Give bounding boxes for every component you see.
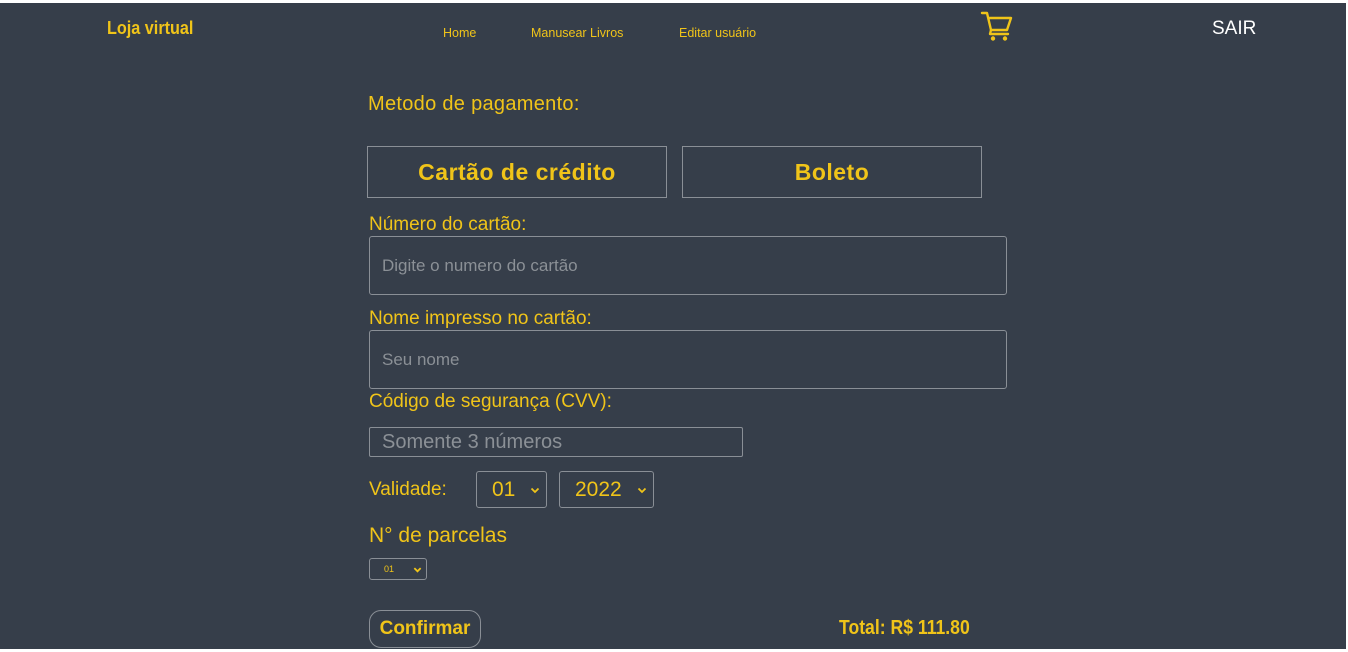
app-frame: Loja virtual Home Manusear Livros Editar… <box>0 3 1346 649</box>
boleto-method-button[interactable]: Boleto <box>682 146 982 198</box>
order-total: Total: R$ 111.80 <box>839 617 970 639</box>
validity-label: Validade: <box>369 479 447 500</box>
validity-month-select[interactable]: 01 <box>476 471 547 508</box>
brand-logo[interactable]: Loja virtual <box>107 18 193 39</box>
card-number-input[interactable] <box>369 236 1007 295</box>
installments-value: 01 <box>384 564 395 574</box>
card-name-input[interactable] <box>369 330 1007 389</box>
installments-select[interactable]: 01 <box>369 558 427 580</box>
nav-manage-books-link[interactable]: Manusear Livros <box>531 26 623 40</box>
cvv-input[interactable] <box>369 427 743 457</box>
chevron-down-icon <box>637 487 647 493</box>
confirm-button[interactable]: Confirmar <box>369 610 481 648</box>
card-name-label: Nome impresso no cartão: <box>369 308 592 329</box>
validity-year-select[interactable]: 2022 <box>559 471 654 508</box>
nav-home-link[interactable]: Home <box>443 26 476 40</box>
cart-icon[interactable] <box>980 10 1014 42</box>
logout-button[interactable]: SAIR <box>1212 18 1256 40</box>
installments-label: N° de parcelas <box>369 524 507 547</box>
cvv-label: Código de segurança (CVV): <box>369 391 612 412</box>
credit-card-method-button[interactable]: Cartão de crédito <box>367 146 667 198</box>
validity-month-value: 01 <box>492 477 516 501</box>
card-number-label: Número do cartão: <box>369 214 527 235</box>
chevron-down-icon <box>413 567 422 573</box>
chevron-down-icon <box>530 487 540 493</box>
nav-edit-user-link[interactable]: Editar usuário <box>679 26 756 40</box>
payment-method-title: Metodo de pagamento: <box>368 93 580 115</box>
validity-year-value: 2022 <box>575 477 622 501</box>
